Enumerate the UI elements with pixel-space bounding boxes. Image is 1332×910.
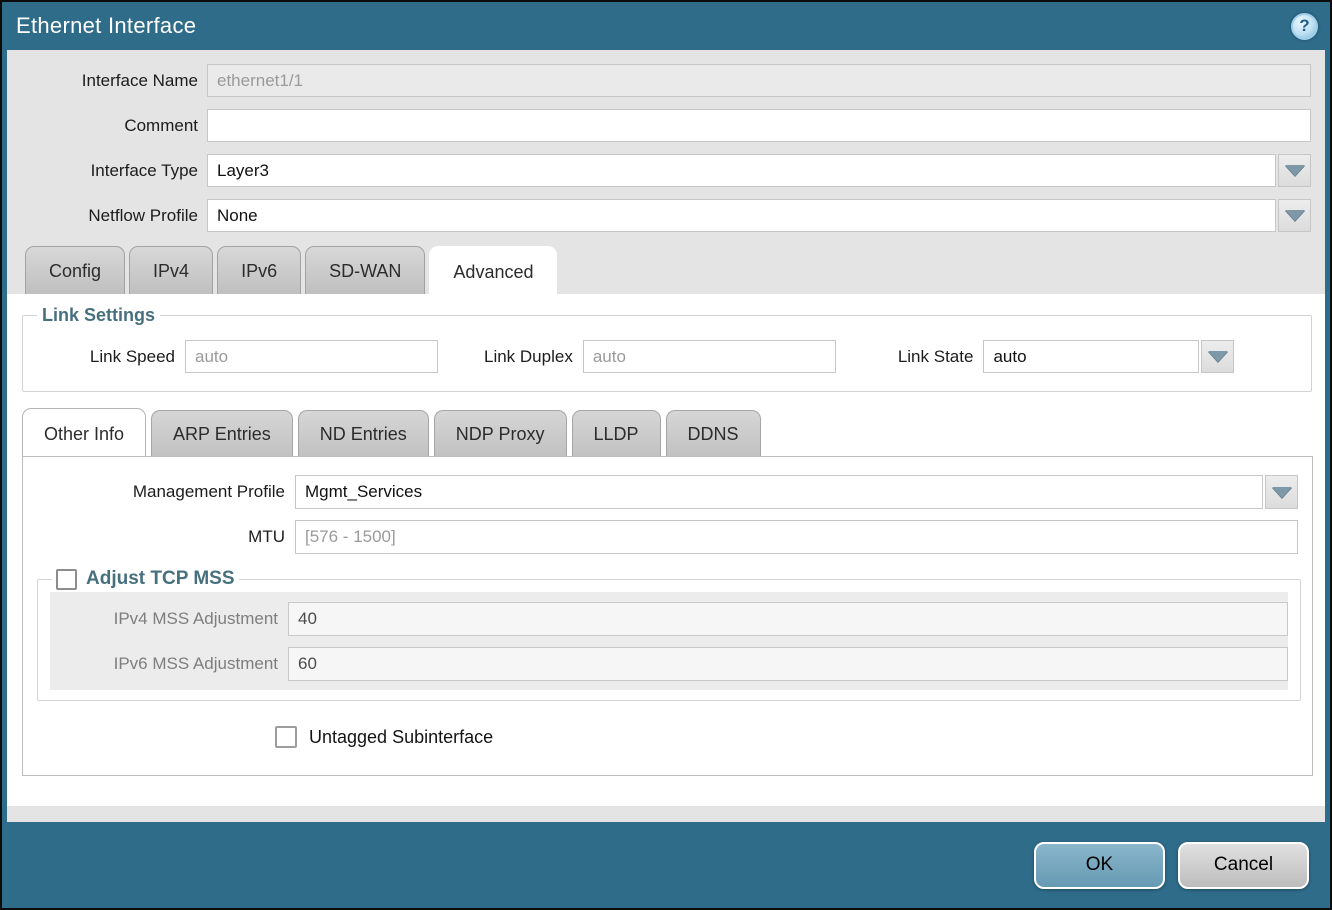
chevron-down-icon [1208,351,1228,362]
adjust-tcp-mss-group: Adjust TCP MSS IPv4 MSS Adjustment IPv6 … [37,568,1301,701]
mtu-label: MTU [23,527,295,547]
comment-row: Comment [7,109,1311,142]
interface-name-row: Interface Name [7,64,1311,97]
dialog-body: Interface Name Comment Interface Type La… [7,50,1325,822]
interface-type-select[interactable]: Layer3 [207,154,1276,187]
subtab-lldp[interactable]: LLDP [572,410,661,457]
management-profile-dropdown-button[interactable] [1265,475,1298,509]
netflow-profile-row: Netflow Profile None [7,199,1311,232]
management-profile-select[interactable]: Mgmt_Services [295,475,1263,509]
ethernet-interface-dialog: Ethernet Interface ? Interface Name Comm… [0,0,1332,910]
ipv4-mss-row: IPv4 MSS Adjustment [50,602,1288,636]
chevron-down-icon [1285,210,1305,221]
link-duplex-field[interactable] [583,340,836,373]
interface-name-label: Interface Name [7,71,207,91]
mtu-field[interactable] [295,520,1298,554]
tab-ipv4[interactable]: IPv4 [129,246,213,294]
link-settings-legend: Link Settings [37,305,160,326]
tab-ipv6[interactable]: IPv6 [217,246,301,294]
link-state-select[interactable]: auto [983,340,1199,373]
adjust-tcp-mss-caption: Adjust TCP MSS [86,568,235,590]
netflow-profile-dropdown-button[interactable] [1278,199,1311,232]
dialog-title: Ethernet Interface [16,13,196,39]
tab-advanced[interactable]: Advanced [429,246,557,296]
ipv6-mss-label: IPv6 MSS Adjustment [50,654,288,674]
help-icon[interactable]: ? [1291,13,1318,40]
subtab-other-info[interactable]: Other Info [22,408,146,459]
interface-type-label: Interface Type [7,161,207,181]
untagged-subinterface-checkbox[interactable] [275,726,297,748]
link-settings-row: Link Speed Link Duplex Link State auto [35,340,1299,373]
ipv6-mss-row: IPv6 MSS Adjustment [50,647,1288,681]
ipv4-mss-label: IPv4 MSS Adjustment [50,609,288,629]
subtab-arp-entries[interactable]: ARP Entries [151,410,293,457]
interface-name-field [207,64,1311,97]
mss-disabled-box: IPv4 MSS Adjustment IPv6 MSS Adjustment [50,592,1288,690]
netflow-profile-label: Netflow Profile [7,206,207,226]
untagged-subinterface-label: Untagged Subinterface [309,727,493,748]
subtab-nd-entries[interactable]: ND Entries [298,410,429,457]
chevron-down-icon [1272,487,1292,498]
titlebar: Ethernet Interface ? [2,2,1330,50]
adjust-tcp-mss-legend: Adjust TCP MSS [52,568,239,590]
main-tabstrip: Config IPv4 IPv6 SD-WAN Advanced [7,244,1325,294]
management-profile-row: Management Profile Mgmt_Services [23,475,1298,509]
adjust-tcp-mss-checkbox[interactable] [56,569,77,590]
ok-button[interactable]: OK [1034,842,1165,889]
link-state-label: Link State [898,347,984,367]
link-speed-field[interactable] [185,340,438,373]
comment-label: Comment [7,116,207,136]
tab-config[interactable]: Config [25,246,125,294]
comment-field[interactable] [207,109,1311,142]
advanced-tab-panel: Link Settings Link Speed Link Duplex Lin… [7,294,1325,806]
cancel-button[interactable]: Cancel [1178,842,1309,889]
subtab-ndp-proxy[interactable]: NDP Proxy [434,410,567,457]
interface-type-row: Interface Type Layer3 [7,154,1311,187]
dialog-footer: OK Cancel [2,822,1330,908]
management-profile-label: Management Profile [23,482,295,502]
chevron-down-icon [1285,165,1305,176]
untagged-subinterface-row: Untagged Subinterface [275,726,1312,748]
ipv6-mss-field [288,647,1288,681]
sub-tabstrip: Other Info ARP Entries ND Entries NDP Pr… [7,407,1325,457]
ipv4-mss-field [288,602,1288,636]
subtab-ddns[interactable]: DDNS [666,410,761,457]
interface-type-dropdown-button[interactable] [1278,154,1311,187]
link-state-dropdown-button[interactable] [1201,340,1234,373]
link-duplex-label: Link Duplex [484,347,583,367]
mtu-row: MTU [23,520,1298,554]
link-settings-group: Link Settings Link Speed Link Duplex Lin… [22,305,1312,392]
tab-sdwan[interactable]: SD-WAN [305,246,425,294]
netflow-profile-select[interactable]: None [207,199,1276,232]
link-speed-label: Link Speed [35,347,185,367]
other-info-panel: Management Profile Mgmt_Services MTU [22,456,1313,776]
